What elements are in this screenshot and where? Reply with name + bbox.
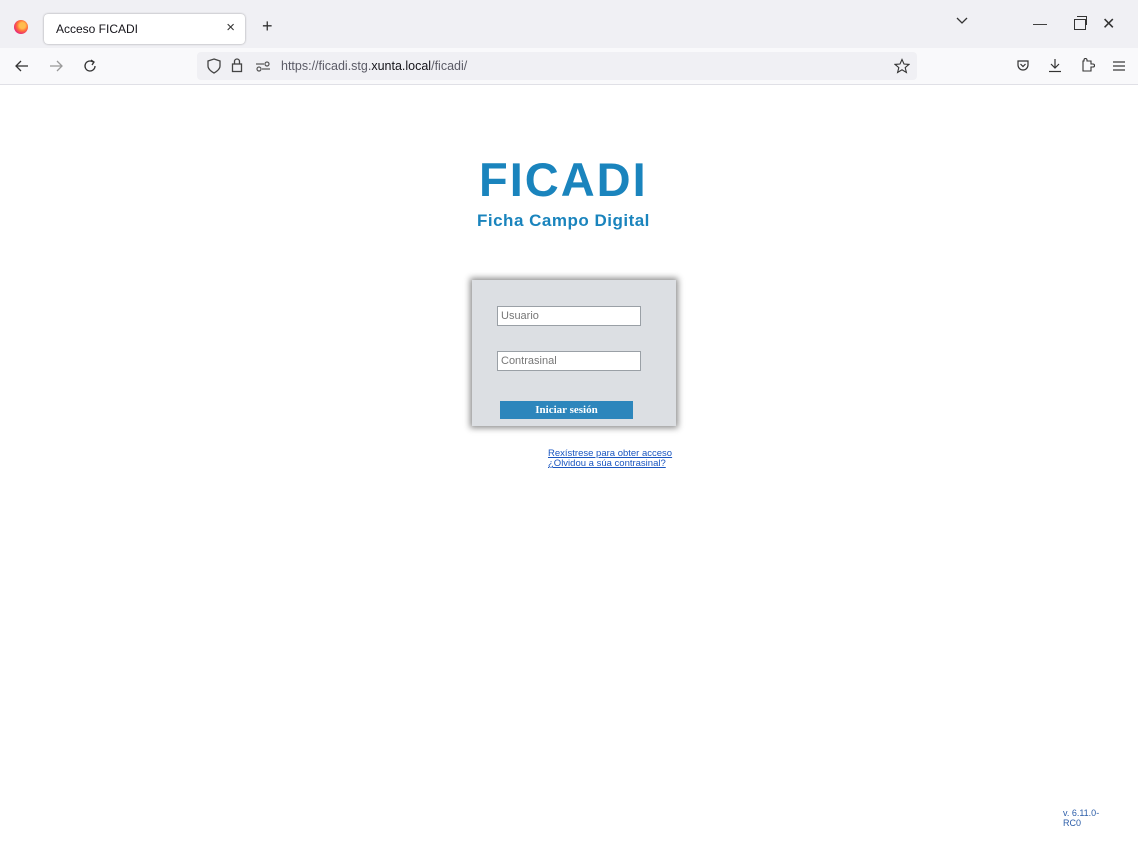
url-path: /ficadi/ [431, 59, 468, 73]
menu-icon[interactable] [1112, 60, 1126, 72]
tab-acceso-ficadi[interactable]: Acceso FICADI × [44, 14, 245, 44]
tab-close-icon[interactable]: × [226, 19, 235, 36]
url-bar[interactable]: https://ficadi.stg.xunta.local/ficadi/ [197, 52, 917, 80]
minimize-icon[interactable]: — [1033, 15, 1047, 31]
bookmark-star-icon[interactable] [894, 58, 910, 74]
tab-bar: Acceso FICADI × + — ✕ [0, 0, 1138, 48]
navigation-bar: https://ficadi.stg.xunta.local/ficadi/ [0, 48, 1138, 85]
username-input[interactable] [497, 306, 641, 326]
close-icon[interactable]: ✕ [1102, 14, 1115, 34]
version-label: v. 6.11.0-RC0 [1063, 808, 1100, 828]
app-logo-title: FICADI [479, 153, 648, 206]
login-form: Iniciar sesión [472, 280, 676, 426]
reload-icon[interactable] [82, 58, 98, 74]
permissions-icon[interactable] [255, 60, 271, 72]
download-icon[interactable] [1048, 58, 1062, 73]
login-button[interactable]: Iniciar sesión [500, 401, 633, 419]
lock-icon[interactable] [231, 57, 243, 73]
back-icon[interactable] [14, 59, 30, 73]
tab-title: Acceso FICADI [56, 22, 139, 36]
url-prefix: https://ficadi.stg. [281, 59, 372, 73]
password-input[interactable] [497, 351, 641, 371]
tabs-list-icon[interactable] [955, 16, 969, 26]
pocket-icon[interactable] [1016, 59, 1030, 73]
forward-icon[interactable] [48, 59, 64, 73]
shield-icon[interactable] [207, 58, 221, 74]
app-logo-subtitle: Ficha Campo Digital [477, 211, 650, 230]
new-tab-icon[interactable]: + [262, 17, 273, 35]
url-host: xunta.local [371, 59, 432, 73]
extensions-icon[interactable] [1080, 58, 1095, 73]
maximize-icon[interactable] [1074, 16, 1087, 30]
forgot-password-link[interactable]: ¿Olvidou a súa contrasinal? [548, 459, 672, 469]
login-links: Rexístrese para obter acceso ¿Olvidou a … [548, 449, 672, 469]
url-text[interactable]: https://ficadi.stg.xunta.local/ficadi/ [281, 59, 467, 73]
firefox-icon [14, 20, 28, 34]
